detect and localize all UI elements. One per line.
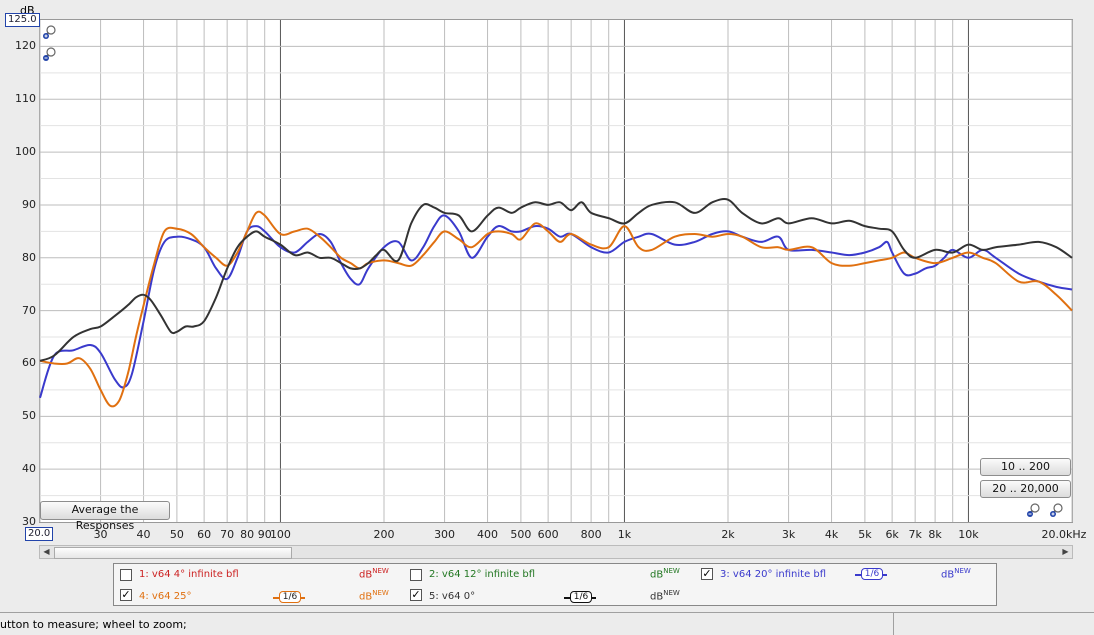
y-tick-label: 110: [15, 92, 36, 106]
x-tick-label: 8k: [928, 528, 942, 541]
y-tick-label: 80: [22, 250, 36, 264]
status-text: utton to measure; wheel to zoom;: [0, 618, 187, 631]
scroll-thumb[interactable]: [54, 547, 292, 559]
range-20-20000-button[interactable]: 20 .. 20,000: [980, 480, 1071, 498]
x-tick-label: 80: [240, 528, 255, 541]
x-tick-label: 70: [220, 528, 235, 541]
x-tick-label: 300: [434, 528, 456, 541]
legend-checkbox-4[interactable]: ✓: [120, 589, 132, 601]
y-tick-label: 60: [22, 356, 36, 370]
legend-db-2[interactable]: dBNEW: [650, 567, 680, 580]
series-line-3: [39, 214, 1073, 399]
y-tick-label: 120: [15, 39, 36, 53]
x-tick-label: 800: [580, 528, 602, 541]
horizontal-scrollbar[interactable]: ◀ ▶: [39, 545, 1073, 559]
x-tick-label: 4k: [824, 528, 839, 541]
x-tick-label: 7k: [908, 528, 922, 541]
zoom-out-horizontal-icon[interactable]: [1026, 502, 1042, 518]
y-tick-label: 100: [15, 145, 36, 159]
legend-label-2: 2: v64 12° infinite bfl: [429, 569, 536, 580]
x-tick-label: 40: [136, 528, 151, 541]
legend-smoothing-3[interactable]: 1/6: [855, 568, 887, 580]
x-tick-label: 200: [373, 528, 395, 541]
legend-db-4[interactable]: dBNEW: [359, 589, 389, 602]
legend-db-5[interactable]: dBNEW: [650, 589, 680, 602]
legend-smoothing-4[interactable]: 1/6: [273, 591, 305, 603]
legend-label-4: 4: v64 25°: [139, 591, 192, 602]
status-divider: [893, 613, 894, 635]
legend-db-1[interactable]: dBNEW: [359, 567, 389, 580]
zoom-out-vertical-icon[interactable]: [42, 46, 58, 62]
legend-panel: 1: v64 4° infinite bfl dBNEW 2: v64 12° …: [113, 563, 997, 606]
legend-db-3[interactable]: dBNEW: [941, 567, 971, 580]
x-tick-label: 2k: [721, 528, 735, 541]
y-tick-label: 50: [22, 409, 36, 423]
x-tick-label: 20.0kHz: [1041, 528, 1087, 541]
x-tick-label: 6k: [885, 528, 899, 541]
check-icon: ✓: [121, 588, 131, 601]
x-axis-min-input[interactable]: 20.0: [25, 527, 54, 541]
x-tick-label: 100: [269, 528, 291, 541]
series-line-5: [39, 198, 1073, 362]
x-tick-label: 600: [537, 528, 559, 541]
legend-smoothing-5[interactable]: 1/6: [564, 591, 596, 603]
x-tick-label: 60: [197, 528, 212, 541]
legend-label-3: 3: v64 20° infinite bfl: [720, 569, 827, 580]
status-bar: utton to measure; wheel to zoom;: [0, 612, 1094, 635]
x-tick-label: 50: [169, 528, 184, 541]
check-icon: ✓: [411, 588, 421, 601]
legend-checkbox-2[interactable]: [410, 569, 422, 581]
check-icon: ✓: [702, 567, 712, 580]
average-responses-button[interactable]: Average the Responses: [40, 501, 170, 532]
x-tick-label: 10k: [958, 528, 979, 541]
zoom-in-vertical-icon[interactable]: [42, 24, 58, 40]
zoom-in-horizontal-icon[interactable]: [1049, 502, 1065, 518]
y-tick-label: 90: [22, 197, 36, 211]
legend-checkbox-5[interactable]: ✓: [410, 589, 422, 601]
scroll-right-arrow-icon[interactable]: ▶: [1059, 546, 1072, 558]
x-tick-label: 400: [477, 528, 499, 541]
legend-label-1: 1: v64 4° infinite bfl: [139, 569, 239, 580]
legend-checkbox-3[interactable]: ✓: [701, 568, 713, 580]
legend-checkbox-1[interactable]: [120, 569, 132, 581]
scroll-left-arrow-icon[interactable]: ◀: [40, 546, 53, 558]
y-tick-label: 40: [22, 462, 36, 476]
x-tick-label: 1k: [617, 528, 632, 541]
range-10-200-button[interactable]: 10 .. 200: [980, 458, 1071, 476]
x-tick-label: 5k: [858, 528, 872, 541]
x-tick-label: 3k: [781, 528, 796, 541]
legend-label-5: 5: v64 0°: [429, 591, 476, 602]
x-tick-label: 500: [510, 528, 532, 541]
y-tick-label: 70: [22, 303, 36, 317]
y-axis-max-input[interactable]: 125.0: [5, 13, 40, 27]
